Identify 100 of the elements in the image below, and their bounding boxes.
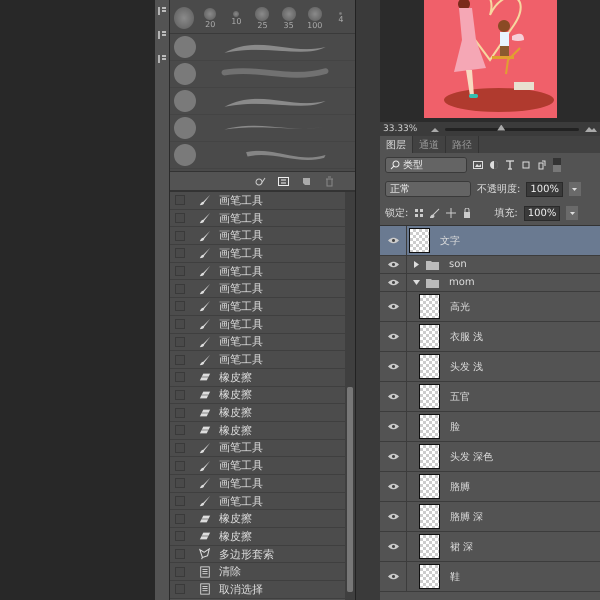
history-item[interactable]: 画笔工具 <box>170 298 345 316</box>
layer-row[interactable]: 裙 深 <box>380 532 600 562</box>
eye-icon[interactable] <box>388 303 398 310</box>
expand-icon[interactable] <box>413 261 420 268</box>
eye-icon[interactable] <box>388 261 398 268</box>
opacity-field[interactable]: 100% <box>526 182 563 196</box>
layer-group-row[interactable]: son <box>380 256 600 274</box>
layer-row[interactable]: 头发 深色 <box>380 442 600 472</box>
layer-thumbnail <box>419 414 440 439</box>
history-item[interactable]: 画笔工具 <box>170 475 345 493</box>
fill-field[interactable]: 100% <box>524 206 560 220</box>
filter-toggle-icon[interactable] <box>553 158 561 172</box>
brush-icon <box>199 460 211 472</box>
history-item[interactable]: 画笔工具 <box>170 280 345 298</box>
history-item[interactable]: 画笔工具 <box>170 210 345 228</box>
history-item[interactable]: 画笔工具 <box>170 262 345 280</box>
history-item[interactable]: 画笔工具 <box>170 316 345 334</box>
layer-thumbnail <box>419 384 440 409</box>
panel-tab[interactable]: 图层 <box>380 136 413 153</box>
history-item[interactable]: 画笔工具 <box>170 192 345 210</box>
history-item[interactable]: 多边形套索 <box>170 546 345 564</box>
layer-row[interactable]: 胳膊 <box>380 472 600 502</box>
eye-icon[interactable] <box>388 543 398 550</box>
layer-group-row[interactable]: mom <box>380 274 600 292</box>
layer-row[interactable]: 胳膊 深 <box>380 502 600 532</box>
eye-icon[interactable] <box>388 279 398 286</box>
lock-icon[interactable] <box>462 208 472 218</box>
zoom-slider-thumb[interactable] <box>497 124 506 130</box>
history-item[interactable]: 橡皮擦 <box>170 510 345 528</box>
eye-icon[interactable] <box>388 483 398 490</box>
fill-menu-button[interactable] <box>566 206 578 220</box>
eye-icon[interactable] <box>388 393 398 400</box>
eye-icon[interactable] <box>388 333 398 340</box>
history-item[interactable]: 画笔工具 <box>170 351 345 369</box>
layer-row[interactable]: 五官 <box>380 382 600 412</box>
tool-icon[interactable] <box>157 54 167 64</box>
layer-thumbnail <box>419 354 440 379</box>
new-icon[interactable] <box>301 176 312 186</box>
layer-name: 头发 深色 <box>450 450 494 464</box>
brush-preset[interactable]: 25 <box>252 6 273 30</box>
smart-object-filter-icon[interactable] <box>537 160 547 170</box>
blend-mode-dropdown[interactable]: 正常 <box>385 181 471 197</box>
lock-transparency-icon[interactable] <box>414 208 424 218</box>
brush-preset[interactable]: 100 <box>304 6 325 30</box>
eye-icon[interactable] <box>388 513 398 520</box>
brush-preset[interactable]: 10 <box>226 10 246 26</box>
shape-filter-icon[interactable] <box>521 160 531 170</box>
history-item[interactable]: 橡皮擦 <box>170 404 345 422</box>
scrollbar-thumb[interactable] <box>347 387 353 592</box>
layer-row[interactable]: 脸 <box>380 412 600 442</box>
filter-dropdown[interactable]: 类型 <box>385 157 467 173</box>
brush-icon[interactable] <box>430 208 440 218</box>
layer-row[interactable]: 鞋 <box>380 562 600 592</box>
tool-icon[interactable] <box>157 30 167 40</box>
brush-preset[interactable]: 20 <box>200 8 220 28</box>
tool-icon[interactable] <box>157 6 167 16</box>
type-filter-icon[interactable] <box>505 160 515 170</box>
document-icon <box>199 583 211 596</box>
panel-tab[interactable]: 路径 <box>446 136 479 153</box>
brush-icon <box>199 230 211 242</box>
eye-icon[interactable] <box>388 573 398 580</box>
panel-tab[interactable]: 通道 <box>413 136 446 153</box>
history-item[interactable]: 画笔工具 <box>170 457 345 475</box>
eraser-icon <box>199 388 211 401</box>
eye-icon[interactable] <box>388 363 398 370</box>
collapse-icon[interactable] <box>413 279 420 286</box>
opacity-menu-button[interactable] <box>568 182 581 196</box>
history-item[interactable]: 画笔工具 <box>170 492 345 510</box>
layer-name: 胳膊 <box>450 480 470 494</box>
layer-row[interactable]: 文字 <box>380 226 600 256</box>
lasso-icon <box>199 548 211 560</box>
history-item[interactable]: 取消选择 <box>170 581 345 599</box>
zoom-in-icon[interactable] <box>585 126 597 132</box>
move-icon[interactable] <box>446 208 456 218</box>
history-item[interactable]: 橡皮擦 <box>170 528 345 546</box>
folder-icon <box>426 260 439 270</box>
brush-preset[interactable]: 35 <box>278 6 299 30</box>
grid-icon[interactable] <box>278 176 289 186</box>
history-item[interactable]: 画笔工具 <box>170 245 345 263</box>
history-item[interactable]: 清除 <box>170 563 345 582</box>
eye-icon[interactable] <box>388 237 398 244</box>
brush-icon <box>199 212 211 224</box>
adjustment-filter-icon[interactable] <box>489 160 499 170</box>
brush-toggle-icon[interactable] <box>255 176 266 186</box>
history-item[interactable]: 橡皮擦 <box>170 368 345 387</box>
layer-row[interactable]: 高光 <box>380 292 600 322</box>
zoom-out-icon[interactable] <box>431 126 439 132</box>
history-item[interactable]: 画笔工具 <box>170 440 345 458</box>
brush-icon <box>199 477 211 490</box>
history-item[interactable]: 橡皮擦 <box>170 422 345 440</box>
history-item[interactable]: 画笔工具 <box>170 227 345 246</box>
caret-icon <box>572 188 578 190</box>
brush-preset[interactable]: 4 <box>330 12 351 24</box>
layer-row[interactable]: 头发 浅 <box>380 352 600 382</box>
image-filter-icon[interactable] <box>473 160 483 170</box>
history-item[interactable]: 画笔工具 <box>170 334 345 352</box>
history-item[interactable]: 橡皮擦 <box>170 386 345 404</box>
eye-icon[interactable] <box>388 453 398 460</box>
eye-icon[interactable] <box>388 423 398 430</box>
layer-row[interactable]: 衣服 浅 <box>380 322 600 352</box>
